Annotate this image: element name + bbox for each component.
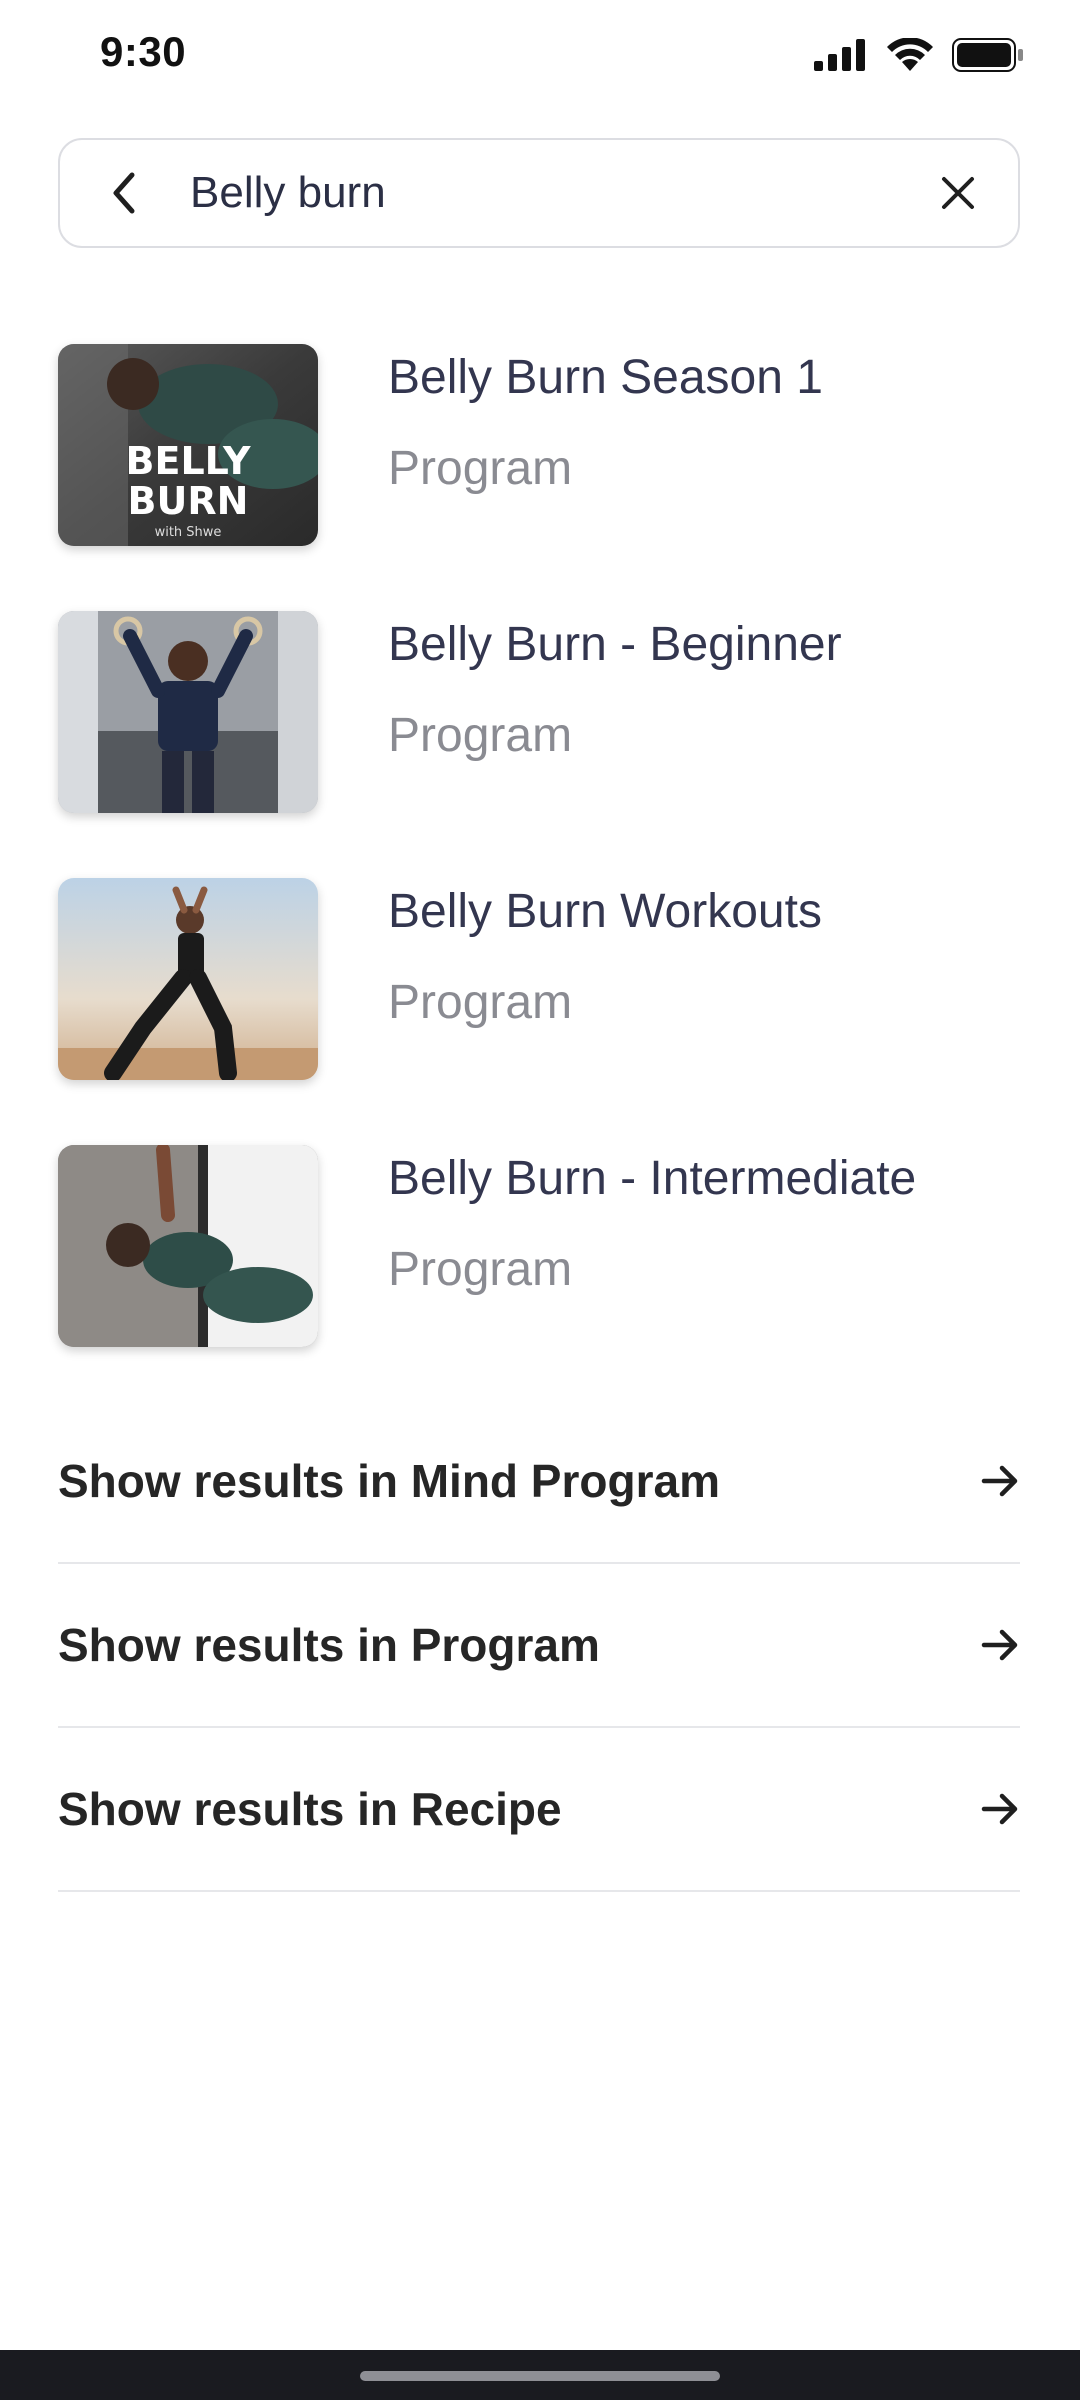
result-thumbnail bbox=[58, 878, 318, 1080]
category-links: Show results in Mind Program Show result… bbox=[58, 1400, 1020, 1892]
result-type: Program bbox=[388, 441, 573, 495]
result-item[interactable]: Belly Burn - Intermediate Program bbox=[58, 1145, 1020, 1347]
arrow-right-icon bbox=[981, 1465, 1018, 1497]
clear-search-button[interactable] bbox=[898, 138, 1018, 248]
result-item[interactable]: Belly Burn - Beginner Program bbox=[58, 611, 1020, 813]
status-bar: 9:30 bbox=[0, 0, 1080, 110]
result-type: Program bbox=[388, 975, 573, 1029]
result-thumbnail: BELLY BURN with Shwe bbox=[58, 344, 318, 546]
arrow-right-icon bbox=[981, 1629, 1018, 1661]
category-link-label: Show results in Mind Program bbox=[58, 1455, 720, 1507]
battery-icon bbox=[952, 38, 1023, 72]
search-bar bbox=[58, 138, 1020, 248]
result-thumbnail bbox=[58, 1145, 318, 1347]
status-time: 9:30 bbox=[100, 28, 187, 75]
result-type: Program bbox=[388, 1242, 573, 1296]
show-results-mind-program-link[interactable]: Show results in Mind Program bbox=[58, 1400, 1020, 1564]
home-indicator[interactable] bbox=[360, 2371, 720, 2381]
system-navigation-bar bbox=[0, 2350, 1080, 2400]
arrow-right-icon bbox=[981, 1793, 1018, 1825]
result-title: Belly Burn Season 1 bbox=[388, 351, 823, 404]
result-title: Belly Burn Workouts bbox=[388, 885, 822, 938]
result-title: Belly Burn - Beginner bbox=[388, 618, 842, 671]
category-link-label: Show results in Recipe bbox=[58, 1783, 562, 1835]
result-type: Program bbox=[388, 708, 573, 762]
svg-text:with Shwe: with Shwe bbox=[155, 525, 222, 540]
back-button[interactable] bbox=[60, 138, 190, 248]
wifi-icon bbox=[887, 38, 933, 71]
result-item[interactable]: Belly Burn Workouts Program bbox=[58, 878, 1020, 1080]
svg-text:BURN: BURN bbox=[128, 479, 249, 523]
search-results-list: BELLY BURN with Shwe Belly Burn Season 1… bbox=[58, 344, 1020, 1412]
signal-icon bbox=[814, 39, 865, 71]
category-link-label: Show results in Program bbox=[58, 1619, 600, 1671]
show-results-program-link[interactable]: Show results in Program bbox=[58, 1564, 1020, 1728]
result-thumbnail bbox=[58, 611, 318, 813]
show-results-recipe-link[interactable]: Show results in Recipe bbox=[58, 1728, 1020, 1892]
close-icon bbox=[942, 177, 974, 209]
result-title: Belly Burn - Intermediate bbox=[388, 1152, 917, 1205]
result-item[interactable]: BELLY BURN with Shwe Belly Burn Season 1… bbox=[58, 344, 1020, 546]
status-icons bbox=[814, 38, 1024, 72]
search-input[interactable] bbox=[190, 140, 898, 246]
svg-text:BELLY: BELLY bbox=[126, 439, 251, 483]
chevron-left-icon bbox=[113, 172, 135, 214]
